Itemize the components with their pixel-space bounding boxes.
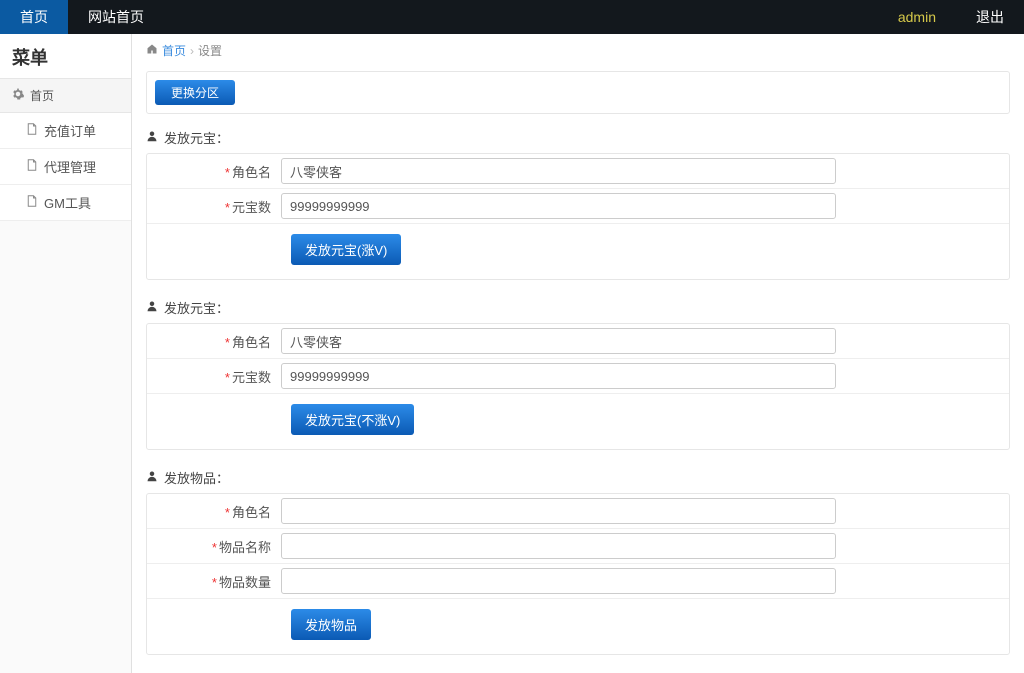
- breadcrumb: 首页 › 设置: [132, 34, 1024, 67]
- home-icon: [146, 43, 158, 58]
- sidebar-item-label: GM工具: [44, 193, 91, 212]
- yuanbao-count-input-1[interactable]: [281, 363, 836, 389]
- main-content: 首页 › 设置 更换分区 发放元宝： *角色名 *元宝数: [132, 34, 1024, 673]
- breadcrumb-current: 设置: [198, 42, 222, 59]
- field-label: 物品数量: [219, 575, 271, 590]
- sidebar-group-label: 首页: [30, 87, 54, 104]
- user-icon: [146, 300, 158, 315]
- breadcrumb-sep: ›: [190, 44, 194, 58]
- file-icon: [26, 123, 38, 138]
- nav-admin[interactable]: admin: [878, 0, 956, 34]
- field-label: 物品名称: [219, 540, 271, 555]
- field-label: 角色名: [232, 505, 271, 520]
- user-icon: [146, 130, 158, 145]
- section-title-text: 发放物品：: [164, 468, 229, 487]
- panel-zone-switch: 更换分区: [146, 71, 1010, 114]
- send-yuanbao-vip-button[interactable]: 发放元宝(涨V): [291, 234, 401, 265]
- panel-2: *角色名 *物品名称 *物品数量 发放物品: [146, 493, 1010, 655]
- gear-icon: [12, 88, 24, 103]
- sidebar-item-gmtools[interactable]: GM工具: [0, 185, 131, 221]
- field-label: 角色名: [232, 335, 271, 350]
- sidebar-item-agent[interactable]: 代理管理: [0, 149, 131, 185]
- switch-zone-button[interactable]: 更换分区: [155, 80, 235, 105]
- section-title-0: 发放元宝：: [146, 128, 1010, 147]
- item-count-input[interactable]: [281, 568, 836, 594]
- nav-site-home[interactable]: 网站首页: [68, 0, 164, 34]
- top-nav: 首页 网站首页 admin 退出: [0, 0, 1024, 34]
- send-yuanbao-novip-button[interactable]: 发放元宝(不涨V): [291, 404, 414, 435]
- section-title-1: 发放元宝：: [146, 298, 1010, 317]
- sidebar-item-label: 充值订单: [44, 121, 96, 140]
- panel-1: *角色名 *元宝数 发放元宝(不涨V): [146, 323, 1010, 450]
- nav-logout[interactable]: 退出: [956, 0, 1024, 34]
- section-title-text: 发放元宝：: [164, 298, 229, 317]
- file-icon: [26, 195, 38, 210]
- panel-0: *角色名 *元宝数 发放元宝(涨V): [146, 153, 1010, 280]
- section-title-text: 发放元宝：: [164, 128, 229, 147]
- file-icon: [26, 159, 38, 174]
- field-label: 元宝数: [232, 370, 271, 385]
- breadcrumb-home[interactable]: 首页: [162, 42, 186, 59]
- section-title-2: 发放物品：: [146, 468, 1010, 487]
- item-name-input[interactable]: [281, 533, 836, 559]
- sidebar-item-label: 代理管理: [44, 157, 96, 176]
- yuanbao-count-input-0[interactable]: [281, 193, 836, 219]
- role-name-input-2[interactable]: [281, 498, 836, 524]
- field-label: 角色名: [232, 165, 271, 180]
- nav-home[interactable]: 首页: [0, 0, 68, 34]
- user-icon: [146, 470, 158, 485]
- role-name-input-0[interactable]: [281, 158, 836, 184]
- field-label: 元宝数: [232, 200, 271, 215]
- sidebar-group-home[interactable]: 首页: [0, 78, 131, 113]
- sidebar: 菜单 首页 充值订单 代理管理 GM工具: [0, 34, 132, 673]
- sidebar-item-recharge[interactable]: 充值订单: [0, 113, 131, 149]
- role-name-input-1[interactable]: [281, 328, 836, 354]
- sidebar-title: 菜单: [0, 34, 131, 78]
- send-item-button[interactable]: 发放物品: [291, 609, 371, 640]
